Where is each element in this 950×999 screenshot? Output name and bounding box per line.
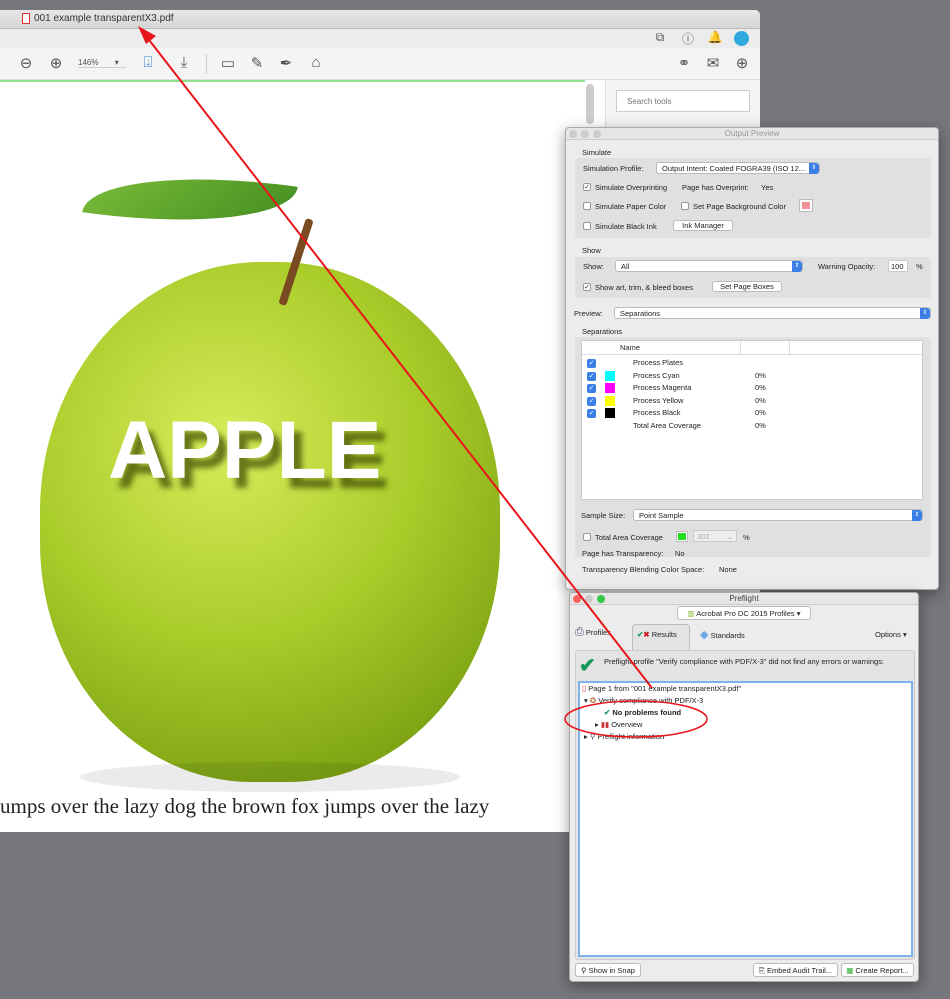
annotation-ellipse	[564, 700, 708, 738]
annotation-overlay	[138, 26, 708, 738]
annotation-arrow-line	[145, 35, 653, 689]
annotation-arrowhead	[138, 26, 156, 44]
